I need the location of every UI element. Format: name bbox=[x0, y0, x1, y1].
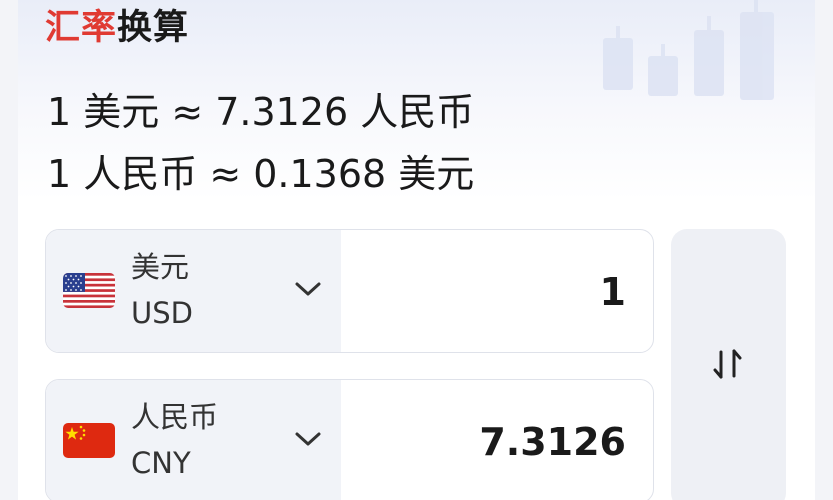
us-flag-icon bbox=[63, 273, 115, 308]
to-currency-name: 人民币 bbox=[131, 400, 219, 434]
swap-currencies-button[interactable] bbox=[671, 229, 786, 500]
to-currency-row: 人民币 CNY 7.3126 bbox=[45, 379, 654, 500]
to-currency-code: CNY bbox=[131, 446, 191, 480]
from-currency-row: 美元 USD 1 bbox=[45, 229, 654, 353]
rate-usd-to-cny: 1 美元 ≈ 7.3126 人民币 bbox=[47, 90, 475, 134]
from-currency-code: USD bbox=[131, 296, 193, 330]
from-amount-input[interactable]: 1 bbox=[341, 268, 626, 316]
title-accent: 汇率 bbox=[45, 8, 118, 48]
page-title: 汇率换算 bbox=[45, 6, 189, 50]
from-currency-selector[interactable]: 美元 USD bbox=[46, 230, 341, 352]
rate-cny-to-usd: 1 人民币 ≈ 0.1368 美元 bbox=[47, 152, 475, 196]
cn-flag-icon bbox=[63, 423, 115, 458]
chevron-down-icon bbox=[295, 432, 321, 446]
to-amount-input[interactable]: 7.3126 bbox=[341, 418, 626, 466]
from-currency-name: 美元 bbox=[131, 250, 190, 284]
exchange-card: 汇率换算 1 美元 ≈ 7.3126 人民币 1 人民币 ≈ 0.1368 美元 bbox=[18, 0, 815, 500]
chevron-down-icon bbox=[295, 282, 321, 296]
swap-arrows-icon bbox=[713, 349, 742, 379]
to-currency-selector[interactable]: 人民币 CNY bbox=[46, 380, 341, 500]
title-rest: 换算 bbox=[117, 8, 190, 48]
